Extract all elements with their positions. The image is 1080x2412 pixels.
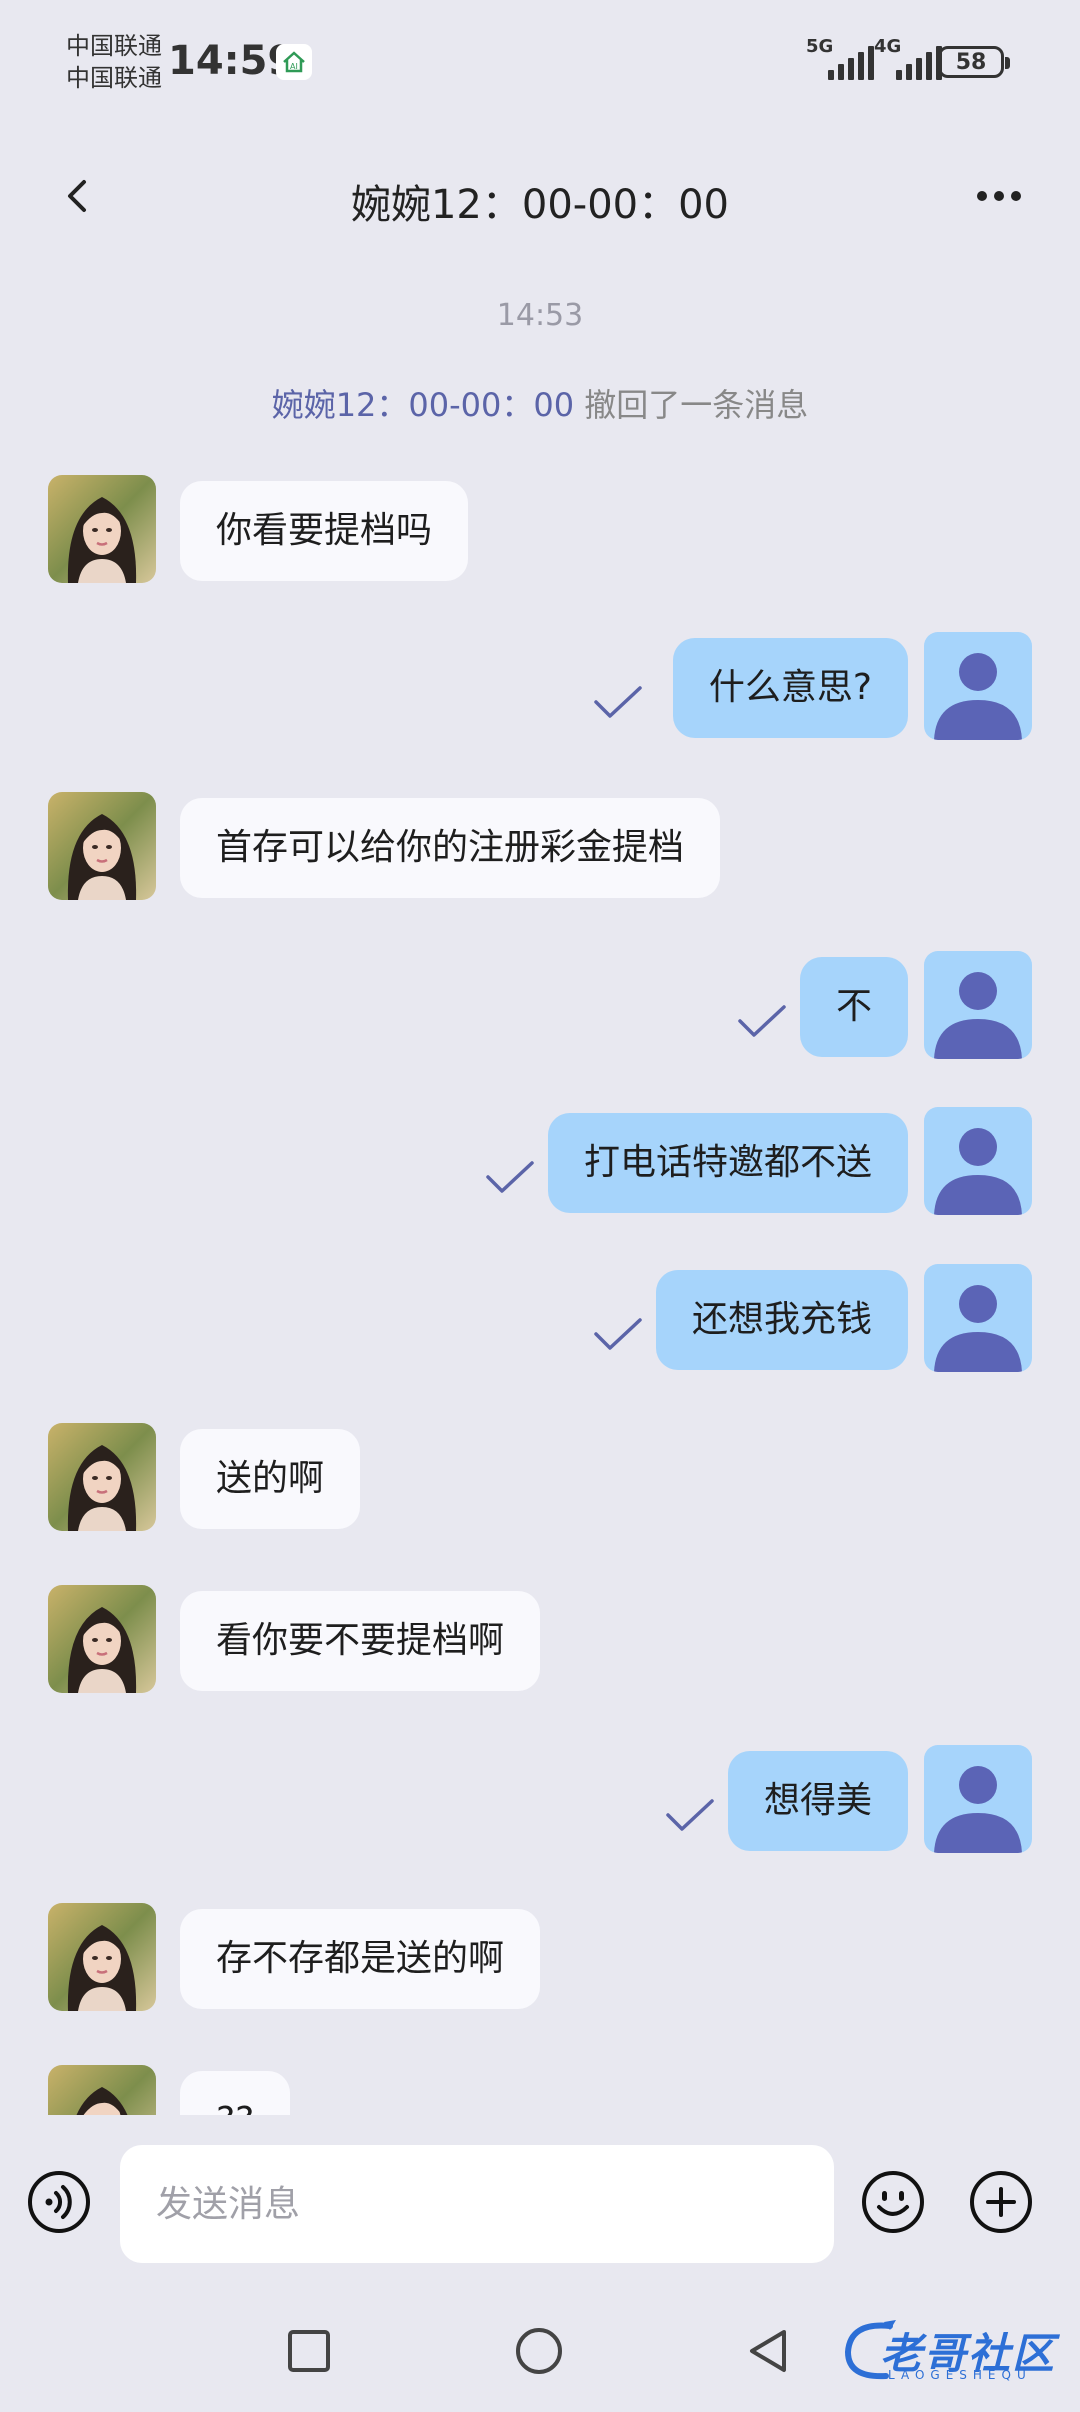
more-horizontal-icon <box>977 191 1021 201</box>
message-row: 什么意思? <box>0 632 1080 740</box>
user-avatar[interactable] <box>924 951 1032 1059</box>
outgoing-message-bubble[interactable]: 还想我充钱 <box>655 1270 908 1370</box>
incoming-message-bubble[interactable]: 存不存都是送的啊 <box>180 1909 541 2009</box>
carrier-labels: 中国联通 中国联通 <box>66 30 162 94</box>
read-check-icon <box>484 1157 536 1197</box>
voice-button[interactable] <box>26 2169 92 2235</box>
composer-bar <box>0 2125 1080 2275</box>
svg-text:AI: AI <box>290 62 298 71</box>
carrier-1: 中国联通 <box>66 32 162 60</box>
chat-header: 婉婉12：00-00：00 <box>0 140 1080 260</box>
nav-back-button[interactable] <box>744 2326 794 2376</box>
contact-avatar[interactable] <box>48 792 156 900</box>
circle-icon <box>516 2328 562 2374</box>
watermark-subtext: LAOGESHEQU <box>888 2368 1032 2382</box>
message-row: 你看要提档吗 <box>0 475 1080 583</box>
message-input[interactable] <box>120 2145 834 2263</box>
incoming-message-bubble[interactable]: 送的啊 <box>180 1429 361 1529</box>
read-check-icon <box>664 1795 716 1835</box>
read-check-icon <box>592 1314 644 1354</box>
incoming-message-bubble[interactable]: 你看要提档吗 <box>180 481 469 581</box>
status-bar: 中国联通 中国联通 14:59 AI 5G 4G 58 <box>0 0 1080 120</box>
user-avatar[interactable] <box>924 632 1032 740</box>
contact-avatar[interactable] <box>48 2065 156 2115</box>
emoji-icon <box>862 2171 924 2233</box>
incoming-message-bubble[interactable]: ?? <box>180 2071 291 2115</box>
plus-button[interactable] <box>968 2169 1034 2235</box>
message-row: 存不存都是送的啊 <box>0 1903 1080 2011</box>
message-row: 不 <box>0 951 1080 1059</box>
system-nav-bar: 老哥社区 LAOGESHEQU <box>0 2290 1080 2412</box>
time-separator: 14:53 <box>496 298 584 333</box>
user-avatar[interactable] <box>924 1264 1032 1372</box>
read-check-icon <box>736 1001 788 1041</box>
message-row: 想得美 <box>0 1745 1080 1853</box>
voice-icon <box>28 2171 90 2233</box>
emoji-button[interactable] <box>860 2169 926 2235</box>
recall-sender[interactable]: 婉婉12：00-00：00 <box>272 386 574 424</box>
incoming-message-bubble[interactable]: 首存可以给你的注册彩金提档 <box>180 798 721 898</box>
plus-circle-icon <box>970 2171 1032 2233</box>
contact-avatar[interactable] <box>48 1585 156 1693</box>
contact-avatar[interactable] <box>48 475 156 583</box>
signal-5g-icon: 5G <box>806 36 874 80</box>
outgoing-message-bubble[interactable]: 什么意思? <box>672 638 908 738</box>
recent-apps-button[interactable] <box>286 2328 332 2374</box>
home-app-icon: AI <box>276 44 312 80</box>
triangle-back-icon <box>750 2330 786 2372</box>
chat-title: 婉婉12：00-00：00 <box>350 182 730 228</box>
carrier-2: 中国联通 <box>66 64 162 92</box>
battery-indicator: 58 <box>938 46 1010 78</box>
read-check-icon <box>592 682 644 722</box>
signal-4g-icon: 4G <box>874 36 942 80</box>
contact-avatar[interactable] <box>48 1423 156 1531</box>
contact-avatar[interactable] <box>48 1903 156 2011</box>
home-button[interactable] <box>514 2326 564 2376</box>
more-button[interactable] <box>964 174 1034 218</box>
message-row: ?? <box>0 2065 1080 2115</box>
recall-notice: 婉婉12：00-00：00 撤回了一条消息 <box>0 380 1080 426</box>
message-row: 送的啊 <box>0 1423 1080 1531</box>
message-row: 还想我充钱 <box>0 1264 1080 1372</box>
square-icon <box>288 2330 330 2372</box>
message-row: 首存可以给你的注册彩金提档 <box>0 792 1080 900</box>
user-avatar[interactable] <box>924 1107 1032 1215</box>
user-avatar[interactable] <box>924 1745 1032 1853</box>
recall-text: 撤回了一条消息 <box>574 386 809 424</box>
message-row: 打电话特邀都不送 <box>0 1107 1080 1215</box>
incoming-message-bubble[interactable]: 看你要不要提档啊 <box>180 1591 541 1691</box>
outgoing-message-bubble[interactable]: 想得美 <box>727 1751 908 1851</box>
message-list[interactable]: 14:53 婉婉12：00-00：00 撤回了一条消息 你看要提档吗 什么意思?… <box>0 280 1080 2115</box>
message-row: 看你要不要提档啊 <box>0 1585 1080 1693</box>
outgoing-message-bubble[interactable]: 打电话特邀都不送 <box>547 1113 908 1213</box>
watermark-logo: 老哥社区 LAOGESHEQU <box>840 2316 1066 2386</box>
outgoing-message-bubble[interactable]: 不 <box>799 957 908 1057</box>
